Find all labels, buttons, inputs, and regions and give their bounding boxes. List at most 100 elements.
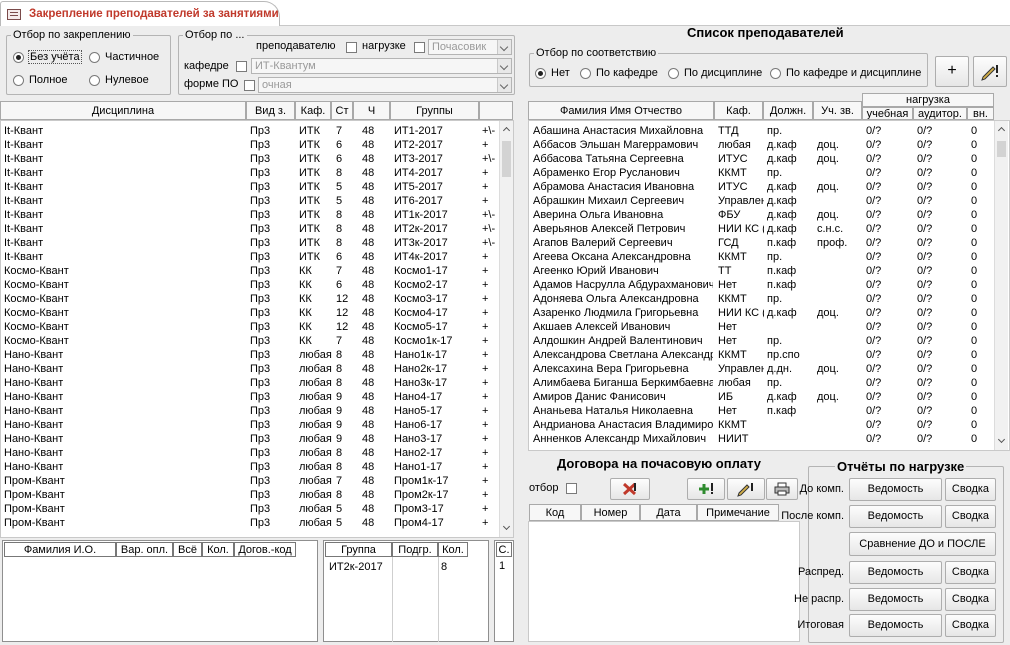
form-tab[interactable]: Закрепление преподавателей за занятиями — [0, 1, 280, 26]
table-row[interactable]: Аверина Ольга Ивановна ФБУ д.каф доц. 0/? 0/?… — [529, 208, 994, 222]
radio-assign-zero[interactable]: Нулевое — [89, 74, 149, 86]
table-row[interactable]: Нано-Квант Пр3 любая 8 48 Нано3к-17 + — [1, 376, 499, 390]
scroll-thumb[interactable] — [997, 141, 1006, 157]
table-row[interactable]: Нано-Квант Пр3 любая 8 48 Нано1-17 + — [1, 460, 499, 474]
table-row[interactable]: Адоняева Ольга Александровна ККМТ пр. 0/? 0/… — [529, 292, 994, 306]
add-teacher-button[interactable]: + — [935, 56, 969, 87]
table-row[interactable]: Агеева Оксана Александровна ККМТ пр. 0/? 0/?… — [529, 250, 994, 264]
table-row[interactable]: Нано-Квант Пр3 любая 8 48 Нано1к-17 + — [1, 348, 499, 362]
col-fullname[interactable]: Фамилия Имя Отчество — [528, 101, 714, 120]
form-filter-checkbox[interactable] — [244, 80, 255, 91]
table-row[interactable]: Нано-Квант Пр3 любая 9 48 Нано4-17 + — [1, 390, 499, 404]
table-row[interactable]: Алимбаева Биганша Беркимбаевна любая пр. 0/… — [529, 376, 994, 390]
radio-assign-full[interactable]: Полное — [13, 74, 68, 86]
radio-assign-partial[interactable]: Частичное — [89, 51, 159, 63]
radio-match-discipline[interactable]: По дисциплине — [668, 67, 762, 79]
table-row[interactable]: Амиров Данис Фанисович ИБ д.каф доц. 0/? 0/? 0 — [529, 390, 994, 404]
table-row[interactable]: It-Квант Пр3 ИТК 6 48 ИТ4к-2017 + — [1, 250, 499, 264]
table-row[interactable]: Ананьева Наталья Николаевна Нет п.каф 0/? 0/… — [529, 404, 994, 418]
col-position[interactable]: Должн. — [763, 101, 813, 120]
table-row[interactable]: Нано-Квант Пр3 любая 9 48 Нано5-17 + — [1, 404, 499, 418]
table-row[interactable]: Абрамова Анастасия Ивановна ИТУС д.каф доц.… — [529, 180, 994, 194]
table-row[interactable]: Акшаев Алексей Иванович Нет 0/? 0/? 0 — [529, 320, 994, 334]
col-st[interactable]: Ст — [331, 101, 353, 120]
col-type[interactable]: Вид з. — [246, 101, 295, 120]
disciplines-list[interactable]: It-Квант Пр3 ИТК 7 48 ИТ1-2017 +\- It-Квант Пр3 И… — [0, 120, 514, 538]
col-all[interactable]: Всё — [173, 542, 202, 557]
dept-filter-checkbox[interactable] — [236, 61, 247, 72]
table-row[interactable]: Аббасов Эльшан Магеррамович любая д.каф доц… — [529, 138, 994, 152]
col-discipline[interactable]: Дисциплина — [0, 101, 246, 120]
print-contract-button[interactable] — [766, 478, 798, 500]
table-row[interactable]: Пром-Квант Пр3 любая 5 48 Пром4-17 + — [1, 516, 499, 530]
disciplines-scrollbar[interactable] — [499, 121, 513, 537]
table-row[interactable]: Агеенко Юрий Иванович ТТ п.каф 0/? 0/? 0 — [529, 264, 994, 278]
scroll-down-icon[interactable] — [995, 434, 1008, 447]
table-row[interactable]: Космо-Квант Пр3 КК 12 48 Космо4-17 + — [1, 306, 499, 320]
col-teacher-name[interactable]: Фамилия И.О. — [4, 542, 116, 557]
report-summary-button[interactable]: Сводка — [945, 478, 996, 501]
col-load-aud[interactable]: аудитор. — [913, 107, 967, 120]
radio-match-both[interactable]: По кафедре и дисциплине — [770, 67, 921, 79]
dept-combo[interactable]: ИТ-Квантум — [251, 58, 512, 74]
report-statement-button[interactable]: Ведомость — [849, 561, 942, 584]
table-row[interactable]: Абрашкин Михаил Сергеевич Управлен д.каф 0/… — [529, 194, 994, 208]
report-summary-button[interactable]: Сводка — [945, 505, 996, 528]
table-row[interactable]: Космо-Квант Пр3 КК 12 48 Космо5-17 + — [1, 320, 499, 334]
report-summary-button[interactable]: Сводка — [945, 588, 996, 611]
load-filter-checkbox[interactable] — [414, 42, 425, 53]
table-row[interactable]: It-Квант Пр3 ИТК 8 48 ИТ1к-2017 +\- — [1, 208, 499, 222]
col-count[interactable]: Кол. — [202, 542, 234, 557]
report-statement-button[interactable]: Ведомость — [849, 505, 942, 528]
scroll-thumb[interactable] — [502, 141, 511, 177]
scroll-up-icon[interactable] — [500, 123, 513, 136]
add-contract-button[interactable] — [687, 478, 725, 500]
col-contract-id[interactable]: Код — [529, 504, 581, 521]
table-row[interactable]: It-Квант Пр3 ИТК 8 48 ИТ2к-2017 +\- — [1, 222, 499, 236]
table-row[interactable]: Космо-Квант Пр3 КК 12 48 Космо3-17 + — [1, 292, 499, 306]
table-row[interactable]: It-Квант Пр3 ИТК 7 48 ИТ1-2017 +\- — [1, 124, 499, 138]
table-row[interactable]: Нано-Квант Пр3 любая 8 48 Нано2-17 + — [1, 446, 499, 460]
col-group-count[interactable]: Кол. — [438, 542, 468, 557]
table-row[interactable]: It-Квант Пр3 ИТК 6 48 ИТ2-2017 + — [1, 138, 499, 152]
report-statement-button[interactable]: Ведомость — [849, 614, 942, 637]
teacher-filter-checkbox[interactable] — [346, 42, 357, 53]
chevron-down-icon[interactable] — [497, 40, 511, 54]
col-contract-code[interactable]: Догов.-код — [234, 542, 296, 557]
table-row[interactable]: Алексахина Вера Григорьевна Управлен д.дн.… — [529, 362, 994, 376]
edit-contract-button[interactable] — [727, 478, 765, 500]
radio-match-dept[interactable]: По кафедре — [580, 67, 658, 79]
load-combo[interactable]: Почасовик — [428, 39, 512, 55]
col-contract-date[interactable]: Дата — [640, 504, 697, 521]
table-row[interactable]: ИТ2к-2017 8 — [329, 560, 479, 574]
table-row[interactable]: It-Квант Пр3 ИТК 5 48 ИТ6-2017 + — [1, 194, 499, 208]
col-teacher-dept[interactable]: Каф. — [714, 101, 763, 120]
table-row[interactable]: Алдошкин Андрей Валентинович Нет пр. 0/? 0/?… — [529, 334, 994, 348]
table-row[interactable]: It-Квант Пр3 ИТК 5 48 ИТ5-2017 + — [1, 180, 499, 194]
table-row[interactable]: Абраменко Егор Русланович ККМТ пр. 0/? 0/? 0 — [529, 166, 994, 180]
table-row[interactable]: It-Квант Пр3 ИТК 8 48 ИТ3к-2017 +\- — [1, 236, 499, 250]
table-row[interactable]: Нано-Квант Пр3 любая 9 48 Нано6-17 + — [1, 418, 499, 432]
table-row[interactable]: Азаренко Людмила Григорьевна НИИ КС (д.ка… — [529, 306, 994, 320]
table-row[interactable]: It-Квант Пр3 ИТК 8 48 ИТ4-2017 + — [1, 166, 499, 180]
report-summary-button[interactable]: Сводка — [945, 614, 996, 637]
table-row[interactable]: Александрова Светлана Александр ККМТ пр.сп… — [529, 348, 994, 362]
table-row[interactable]: Пром-Квант Пр3 любая 7 48 Пром1к-17 + — [1, 474, 499, 488]
col-contract-note[interactable]: Примечание — [697, 504, 779, 521]
table-row[interactable]: Космо-Квант Пр3 КК 7 48 Космо1-17 + — [1, 264, 499, 278]
teachers-scrollbar[interactable] — [994, 121, 1008, 450]
report-summary-button[interactable]: Сводка — [945, 561, 996, 584]
scroll-up-icon[interactable] — [995, 123, 1008, 136]
table-row[interactable]: Пром-Квант Пр3 любая 8 48 Пром2к-17 + — [1, 488, 499, 502]
col-pay-variant[interactable]: Вар. опл. — [116, 542, 173, 557]
col-subgroup[interactable]: Подгр. — [392, 542, 438, 557]
col-group[interactable]: Группа — [325, 542, 392, 557]
report-statement-button[interactable]: Ведомость — [849, 478, 942, 501]
radio-assign-none[interactable]: Без учёта — [13, 50, 82, 64]
table-row[interactable]: Нано-Квант Пр3 любая 8 48 Нано2к-17 + — [1, 362, 499, 376]
compare-button[interactable]: Сравнение ДО и ПОСЛЕ — [849, 532, 996, 556]
radio-match-none[interactable]: Нет — [535, 67, 570, 79]
contracts-list[interactable] — [528, 521, 800, 642]
col-rank[interactable]: Уч. зв. — [813, 101, 862, 120]
table-row[interactable]: Абашина Анастасия Михайловна ТТД пр. 0/? 0/?… — [529, 124, 994, 138]
